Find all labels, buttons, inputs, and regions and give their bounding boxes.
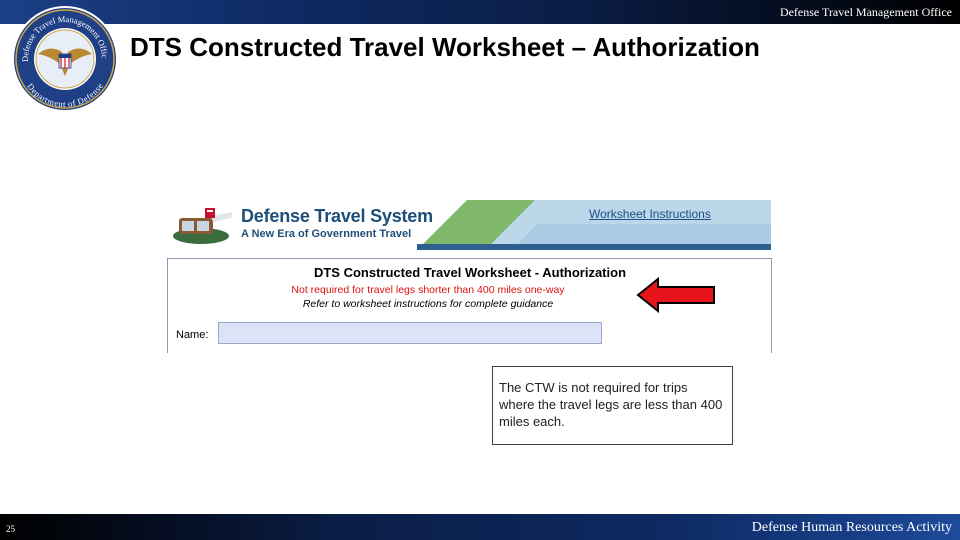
dts-title: Defense Travel System xyxy=(241,206,433,226)
callout-box: The CTW is not required for trips where … xyxy=(492,366,733,445)
org-label: Defense Travel Management Office xyxy=(779,5,952,19)
slide-title: DTS Constructed Travel Worksheet – Autho… xyxy=(130,32,760,62)
dod-seal-icon: Defense Travel Management Office Departm… xyxy=(10,4,118,112)
top-bar: Defense Travel Management Office xyxy=(0,0,960,24)
dts-subtitle: A New Era of Government Travel xyxy=(241,228,412,240)
bottom-bar: 25 Defense Human Resources Activity xyxy=(0,514,960,540)
worksheet-guidance: Refer to worksheet instructions for comp… xyxy=(302,298,554,310)
worksheet-notice: Not required for travel legs shorter tha… xyxy=(291,284,565,296)
worksheet-instructions-link[interactable]: Worksheet Instructions xyxy=(589,207,711,221)
name-label: Name: xyxy=(176,329,209,341)
dts-banner: Defense Travel System A New Era of Gover… xyxy=(167,200,771,250)
page-number: 25 xyxy=(6,524,15,534)
dts-logo-icon xyxy=(173,208,233,244)
footer-label: Defense Human Resources Activity xyxy=(751,520,952,535)
red-arrow-icon xyxy=(636,277,715,313)
name-input[interactable] xyxy=(218,322,602,344)
